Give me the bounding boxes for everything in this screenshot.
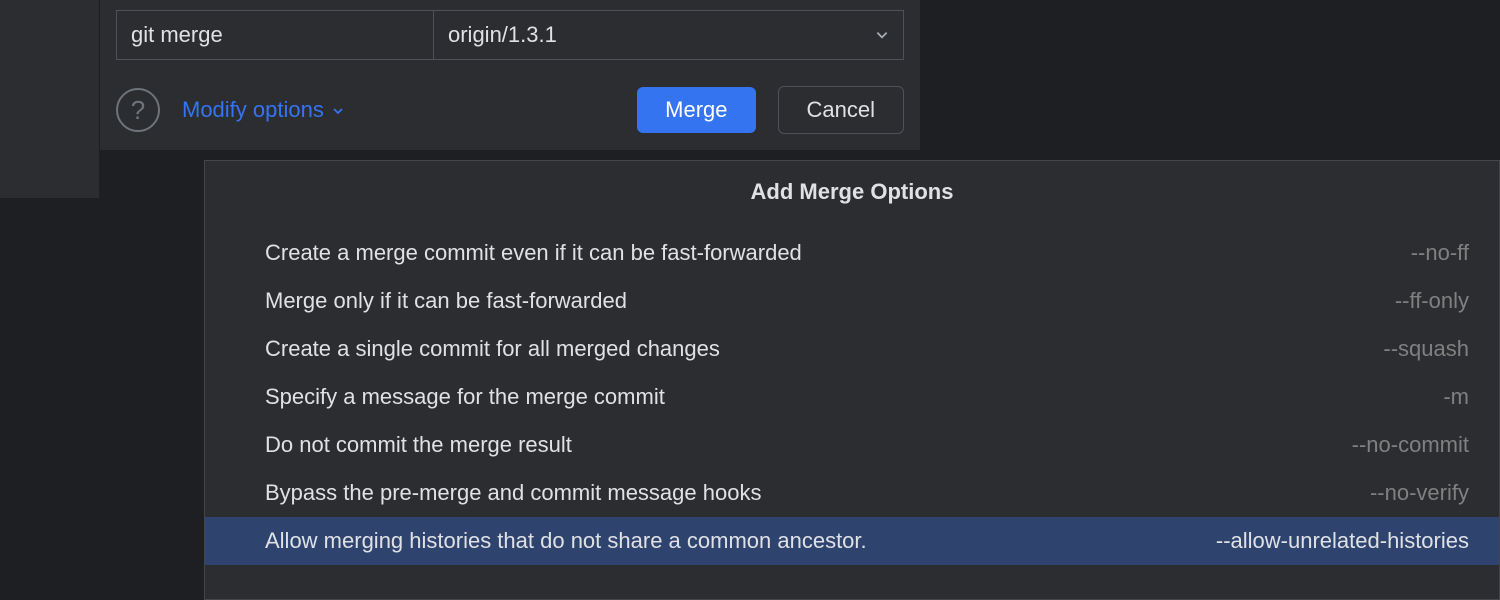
- merge-option-item[interactable]: Merge only if it can be fast-forwarded --…: [205, 277, 1499, 325]
- help-glyph: ?: [131, 95, 145, 126]
- merge-option-item[interactable]: Allow merging histories that do not shar…: [205, 517, 1499, 565]
- option-flag: --squash: [1383, 336, 1469, 362]
- merge-option-item[interactable]: Create a merge commit even if it can be …: [205, 229, 1499, 277]
- option-flag: --ff-only: [1395, 288, 1469, 314]
- chevron-down-icon: [332, 104, 344, 116]
- option-description: Create a merge commit even if it can be …: [265, 240, 802, 266]
- option-description: Allow merging histories that do not shar…: [265, 528, 867, 554]
- merge-option-item[interactable]: Create a single commit for all merged ch…: [205, 325, 1499, 373]
- option-flag: --no-commit: [1352, 432, 1469, 458]
- modify-options-label: Modify options: [182, 97, 324, 123]
- merge-option-item[interactable]: Do not commit the merge result --no-commi…: [205, 421, 1499, 469]
- cancel-button[interactable]: Cancel: [778, 86, 904, 134]
- option-description: Create a single commit for all merged ch…: [265, 336, 720, 362]
- panel-title: Add Merge Options: [205, 179, 1499, 205]
- branch-select-value: origin/1.3.1: [448, 22, 557, 48]
- merge-option-item[interactable]: Bypass the pre-merge and commit message …: [205, 469, 1499, 517]
- git-command-input[interactable]: [116, 10, 434, 60]
- option-description: Specify a message for the merge commit: [265, 384, 665, 410]
- merge-options-panel: Add Merge Options Create a merge commit …: [204, 160, 1500, 600]
- options-list: Create a merge commit even if it can be …: [205, 229, 1499, 565]
- option-flag: --no-verify: [1370, 480, 1469, 506]
- option-description: Merge only if it can be fast-forwarded: [265, 288, 627, 314]
- help-icon[interactable]: ?: [116, 88, 160, 132]
- merge-option-item[interactable]: Specify a message for the merge commit -m: [205, 373, 1499, 421]
- input-row: origin/1.3.1: [116, 10, 904, 60]
- chevron-down-icon: [875, 28, 889, 42]
- branch-select[interactable]: origin/1.3.1: [434, 10, 904, 60]
- modify-options-link[interactable]: Modify options: [182, 97, 615, 123]
- option-description: Do not commit the merge result: [265, 432, 572, 458]
- option-flag: -m: [1443, 384, 1469, 410]
- option-description: Bypass the pre-merge and commit message …: [265, 480, 761, 506]
- merge-dialog: origin/1.3.1 ? Modify options Merge Canc…: [100, 0, 920, 150]
- option-flag: --no-ff: [1411, 240, 1469, 266]
- option-flag: --allow-unrelated-histories: [1216, 528, 1469, 554]
- sidebar-stub: [0, 0, 100, 198]
- merge-button[interactable]: Merge: [637, 87, 755, 133]
- dialog-footer: ? Modify options Merge Cancel: [116, 86, 904, 134]
